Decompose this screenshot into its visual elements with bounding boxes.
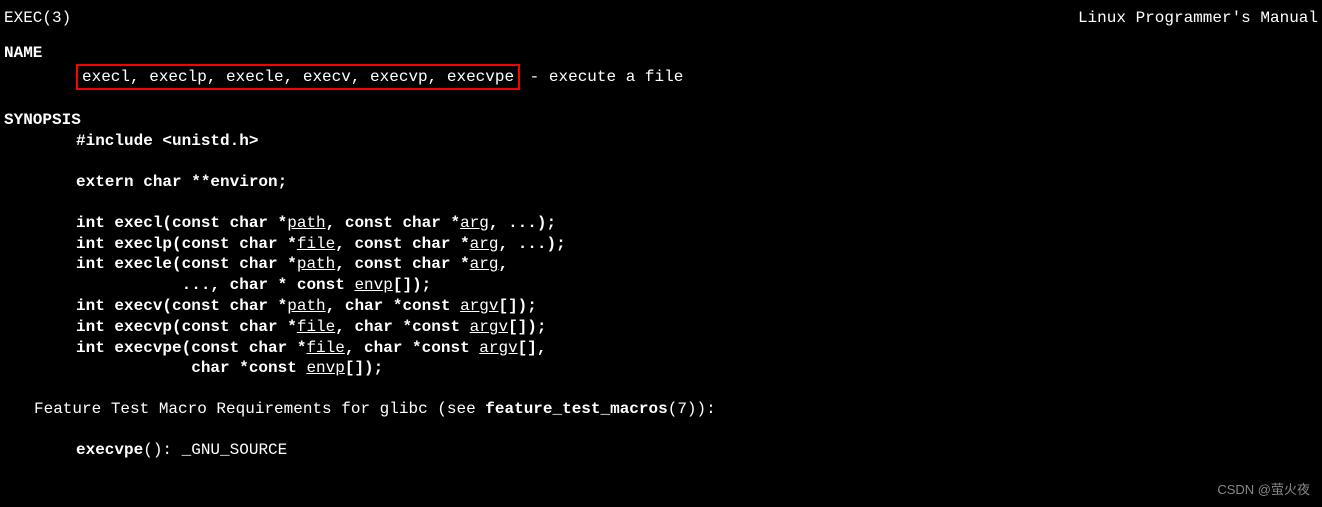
sig-execl: int execl(const char *path, const char *… — [76, 213, 1318, 234]
watermark: CSDN @萤火夜 — [1217, 482, 1310, 499]
sig-execlp: int execlp(const char *file, const char … — [76, 234, 1318, 255]
sig-execvpe: int execvpe(const char *file, char *cons… — [76, 338, 1318, 359]
name-content: execl, execlp, execle, execv, execvp, ex… — [4, 64, 1318, 91]
feature-test-line: Feature Test Macro Requirements for glib… — [4, 399, 1318, 420]
name-description: execute a file — [549, 68, 683, 86]
sig-execvpe-cont: char *const envp[]); — [76, 358, 1318, 379]
highlight-box: execl, execlp, execle, execv, execvp, ex… — [76, 64, 520, 91]
feature-test-detail: execvpe(): _GNU_SOURCE — [4, 440, 1318, 461]
header-right: Linux Programmer's Manual — [1078, 8, 1318, 29]
include-line: #include <unistd.h> — [76, 131, 1318, 152]
header-row: EXEC(3) Linux Programmer's Manual — [4, 8, 1318, 29]
sig-execvp: int execvp(const char *file, char *const… — [76, 317, 1318, 338]
name-separator: - — [520, 68, 549, 86]
sig-execle-cont: ..., char * const envp[]); — [76, 275, 1318, 296]
extern-line: extern char **environ; — [76, 172, 1318, 193]
synopsis-content: #include <unistd.h> extern char **enviro… — [4, 131, 1318, 379]
section-synopsis-heading: SYNOPSIS — [4, 110, 1318, 131]
header-left: EXEC(3) — [4, 8, 71, 29]
section-name-heading: NAME — [4, 43, 1318, 64]
sig-execle: int execle(const char *path, const char … — [76, 254, 1318, 275]
sig-execv: int execv(const char *path, char *const … — [76, 296, 1318, 317]
